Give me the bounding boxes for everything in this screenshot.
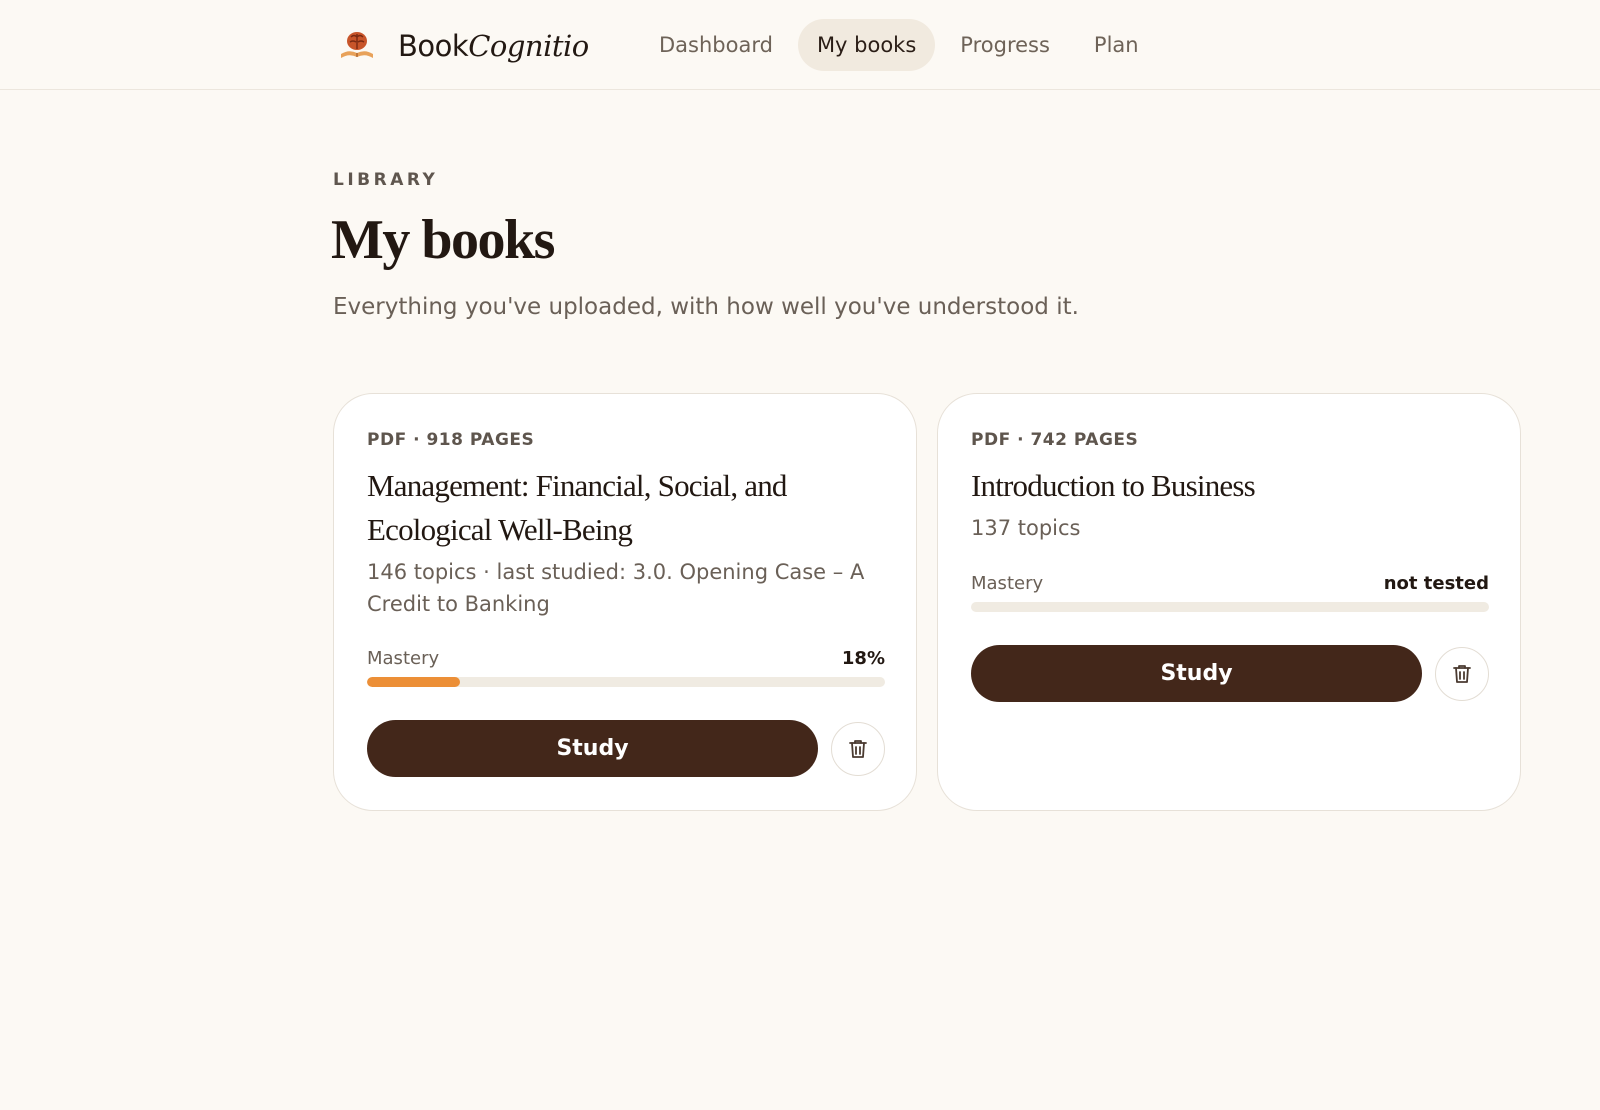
book-card: PDF · 742 PAGES Introduction to Business… [937,393,1521,811]
study-button[interactable]: Study [367,720,818,777]
trash-icon [849,740,867,758]
mastery-value: 18% [841,647,885,669]
delete-book-button[interactable] [1435,647,1489,701]
book-card: PDF · 918 PAGES Management: Financial, S… [333,393,917,811]
mastery-label: Mastery [971,572,1044,594]
book-meta: PDF · 742 PAGES [971,430,1139,450]
mastery-label: Mastery [367,647,440,669]
page-subtitle: Everything you've uploaded, with how wel… [333,294,1079,320]
mastery-value: not tested [1383,572,1489,594]
book-meta: PDF · 918 PAGES [367,430,535,450]
book-description: 146 topics · last studied: 3.0. Opening … [367,560,865,616]
study-button[interactable]: Study [971,645,1422,702]
nav-plan[interactable]: Plan [1075,19,1158,71]
brand-name-italic: Cognitio [468,29,589,63]
mastery-progress-fill [367,677,461,687]
nav-dashboard[interactable]: Dashboard [640,19,792,71]
main-nav: Dashboard My books Progress Plan [640,19,1164,71]
mastery-progress-bar [367,677,885,687]
page-title: My books [331,209,555,271]
book-title: Introduction to Business [971,468,1256,503]
nav-progress[interactable]: Progress [941,19,1069,71]
trash-icon [1453,665,1471,683]
mastery-row: Mastery not tested [971,571,1489,595]
mastery-progress-bar [971,602,1489,612]
section-eyebrow: LIBRARY [333,170,439,190]
nav-my-books[interactable]: My books [797,19,936,71]
book-title: Management: Financial, Social, and Ecolo… [367,468,787,547]
book-description: 137 topics [971,516,1081,540]
top-nav-bar: Book Cognitio Dashboard My books Progress… [0,0,1600,90]
mastery-row: Mastery 18% [367,646,885,670]
brand-name: Book [398,29,469,63]
brain-book-icon [341,32,373,58]
delete-book-button[interactable] [831,722,885,776]
brand[interactable]: Book Cognitio [338,26,589,66]
